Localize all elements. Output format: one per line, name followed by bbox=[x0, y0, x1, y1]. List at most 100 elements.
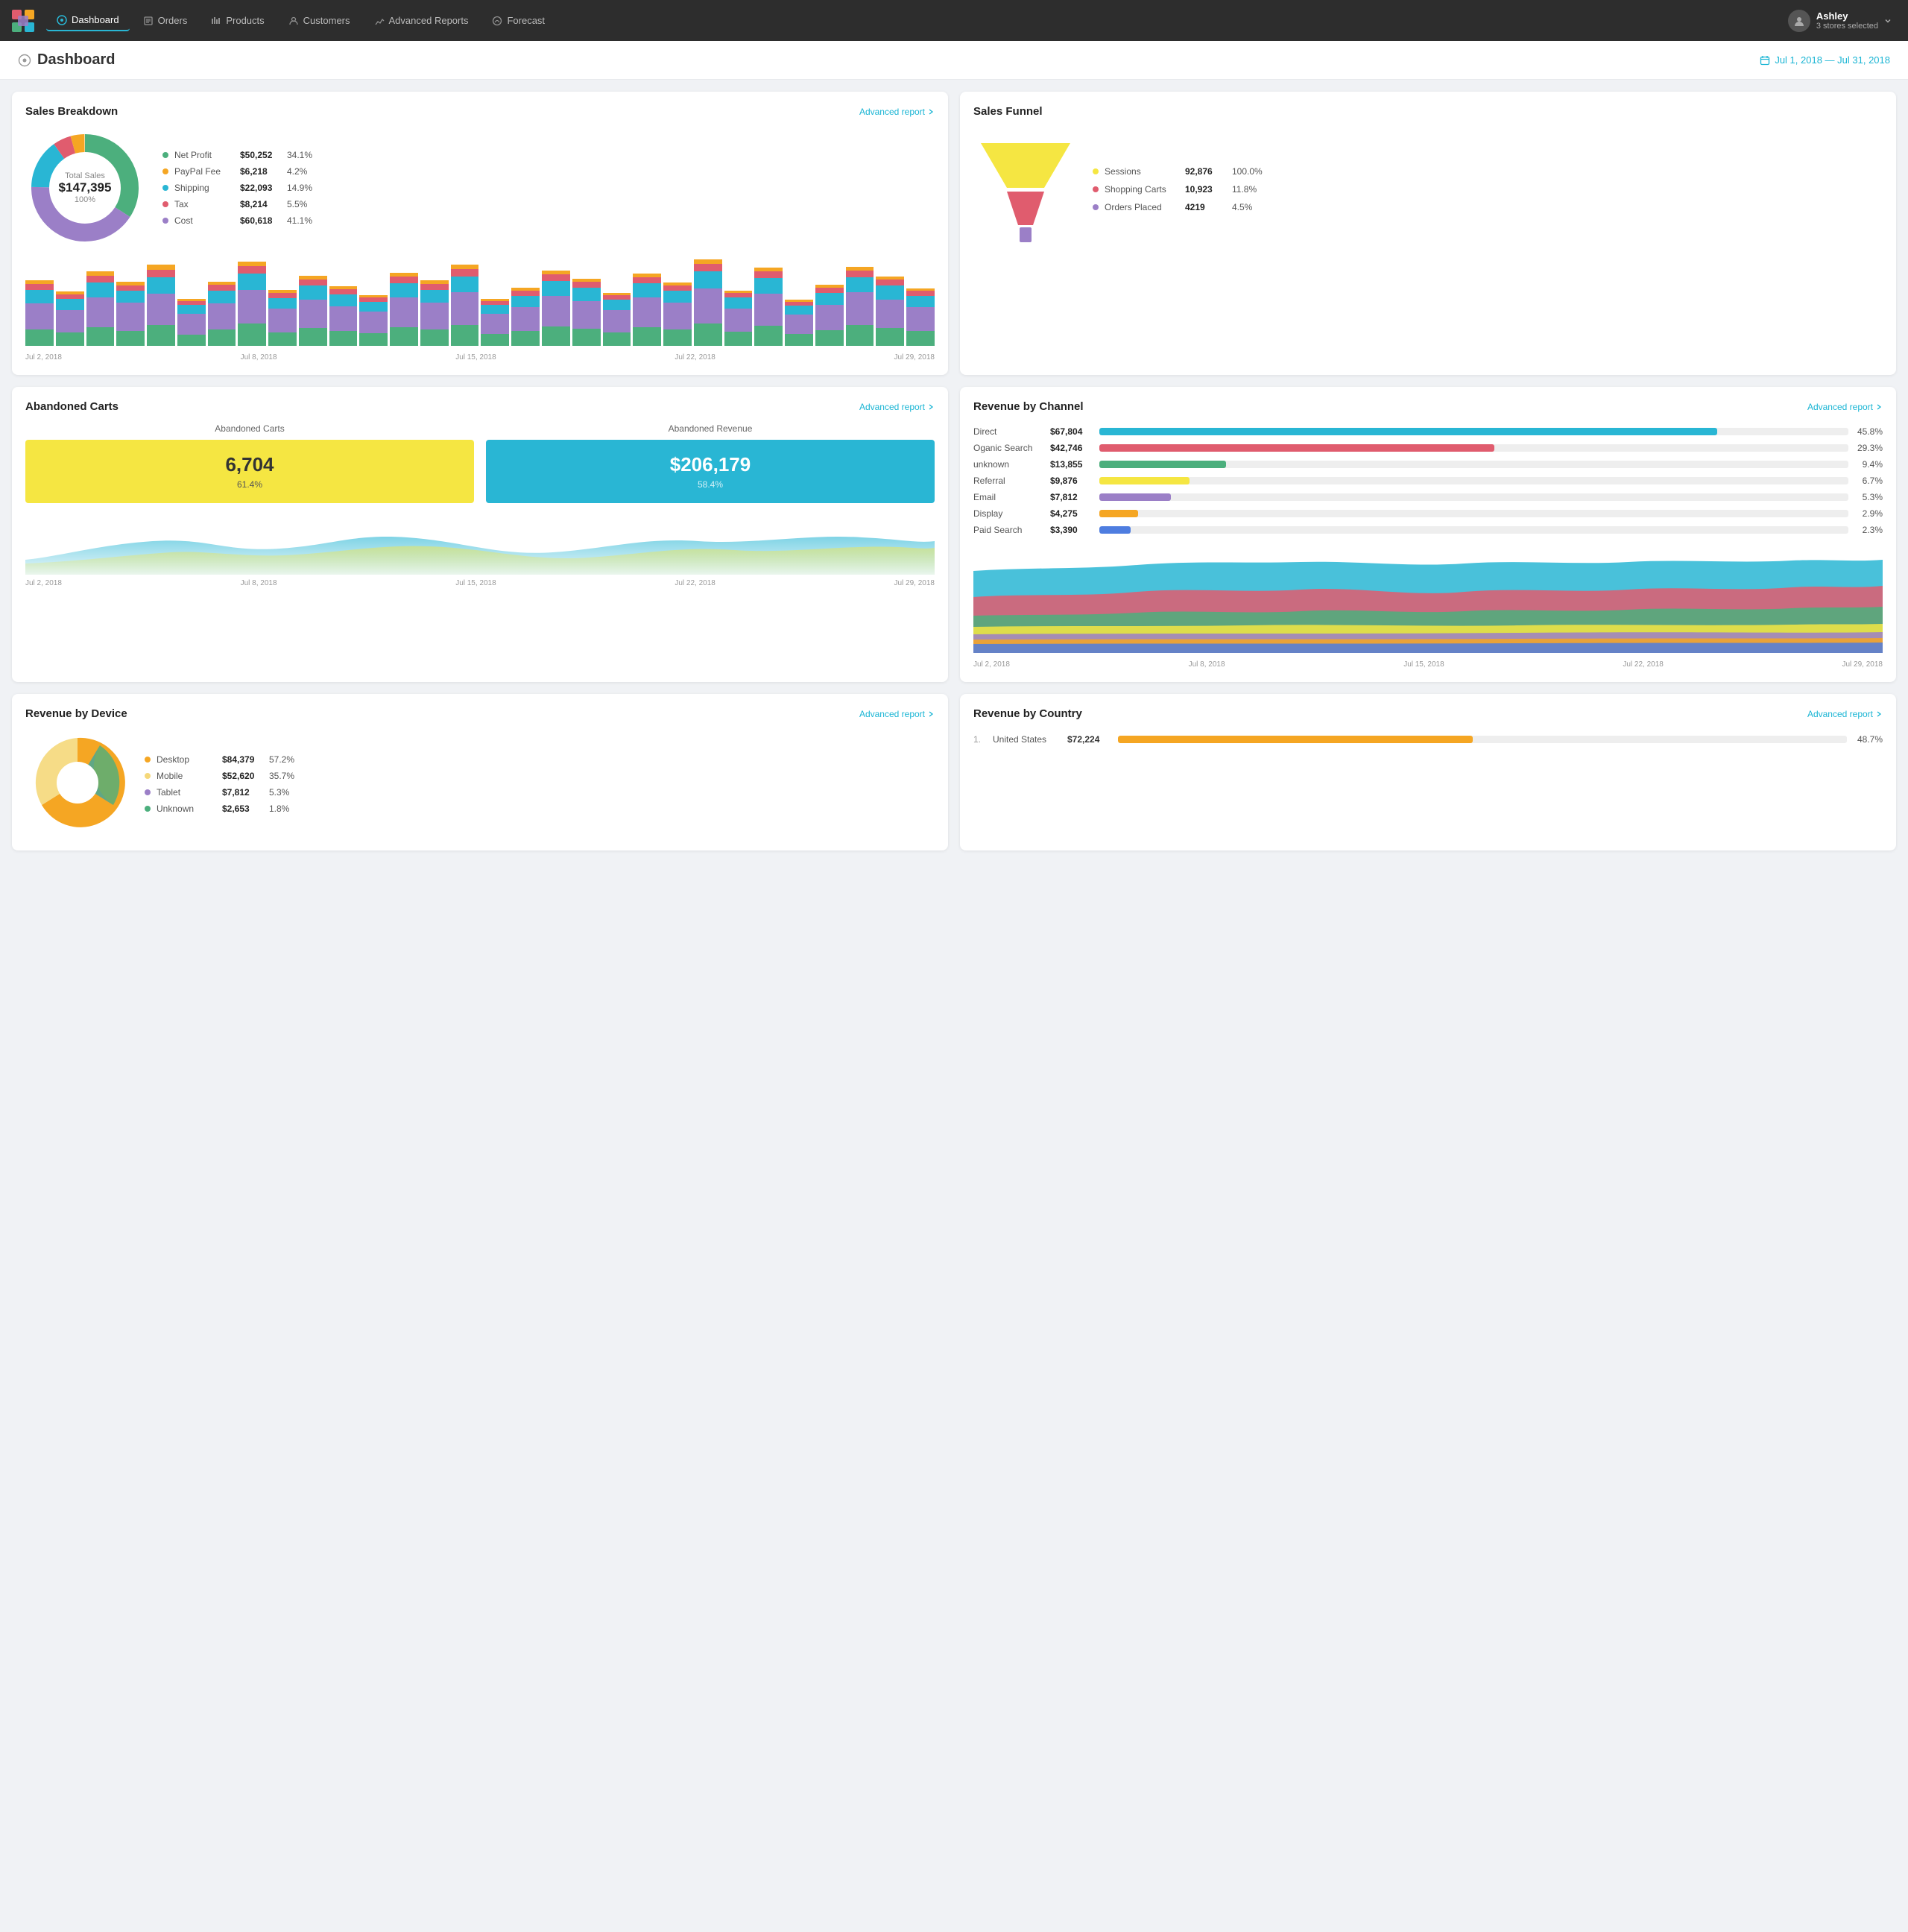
arrow-right-icon bbox=[927, 403, 935, 411]
bar-group bbox=[86, 271, 115, 346]
bar-segment bbox=[694, 323, 722, 346]
device-dot bbox=[145, 773, 151, 779]
device-section: Desktop $84,379 57.2% Mobile $52,620 35.… bbox=[25, 730, 935, 837]
funnel-dot bbox=[1093, 204, 1099, 210]
bar-segment bbox=[299, 280, 327, 285]
bar-segment bbox=[238, 323, 266, 346]
main-content: Sales Breakdown Advanced report bbox=[0, 80, 1908, 862]
bar-segment bbox=[238, 290, 266, 323]
funnel-section: Sessions 92,876 100.0% Shopping Carts 10… bbox=[973, 128, 1883, 250]
sales-breakdown-link[interactable]: Advanced report bbox=[859, 107, 935, 117]
user-name: Ashley bbox=[1816, 10, 1878, 22]
bar-segment bbox=[86, 282, 115, 297]
bar-group bbox=[511, 288, 540, 346]
bar-segment bbox=[815, 288, 844, 293]
bar-segment bbox=[511, 296, 540, 307]
bar-group bbox=[876, 277, 904, 346]
bar-segment bbox=[542, 326, 570, 346]
bar-segment bbox=[906, 331, 935, 346]
channel-bar-container bbox=[1099, 461, 1848, 468]
device-row: Mobile $52,620 35.7% bbox=[145, 771, 295, 781]
abandoned-carts-link[interactable]: Advanced report bbox=[859, 402, 935, 412]
nav-label-dashboard: Dashboard bbox=[72, 14, 119, 25]
bar-group bbox=[116, 282, 145, 346]
user-menu[interactable]: Ashley 3 stores selected bbox=[1781, 5, 1899, 37]
channel-row: Paid Search $3,390 2.3% bbox=[973, 522, 1883, 538]
bar-segment bbox=[238, 266, 266, 274]
revenue-by-country-link[interactable]: Advanced report bbox=[1807, 709, 1883, 719]
legend-dot bbox=[162, 185, 168, 191]
revenue-by-channel-card: Revenue by Channel Advanced report Direc… bbox=[960, 387, 1896, 682]
bar-segment bbox=[846, 325, 874, 346]
bar-segment bbox=[633, 277, 661, 283]
nav-item-customers[interactable]: Customers bbox=[278, 10, 361, 31]
bar-segment bbox=[177, 305, 206, 314]
bar-segment bbox=[390, 297, 418, 327]
bar-segment bbox=[754, 271, 783, 278]
bar-segment bbox=[876, 280, 904, 285]
bar-segment bbox=[663, 285, 692, 291]
bar-segment bbox=[116, 285, 145, 291]
bar-segment bbox=[208, 303, 236, 329]
donut-chart: Total Sales $147,395 100% bbox=[25, 128, 145, 247]
bar-segment bbox=[694, 288, 722, 323]
bar-segment bbox=[329, 289, 358, 294]
sales-breakdown-header: Sales Breakdown Advanced report bbox=[25, 105, 935, 118]
calendar-icon bbox=[1760, 55, 1770, 66]
abandoned-carts-header: Abandoned Carts Advanced report bbox=[25, 400, 935, 413]
bar-group bbox=[268, 290, 297, 346]
user-avatar bbox=[1788, 10, 1810, 32]
device-dot bbox=[145, 757, 151, 763]
page-title-container: Dashboard bbox=[18, 51, 115, 69]
bar-segment bbox=[268, 298, 297, 309]
arrow-right-icon bbox=[927, 710, 935, 718]
sales-bar-chart bbox=[25, 259, 935, 349]
nav-item-dashboard[interactable]: Dashboard bbox=[46, 10, 130, 31]
bar-group bbox=[56, 291, 84, 346]
bar-segment bbox=[420, 284, 449, 290]
bar-segment bbox=[147, 277, 175, 294]
bar-segment bbox=[785, 315, 813, 334]
legend-item: Shipping $22,093 14.9% bbox=[162, 183, 313, 193]
nav-item-advanced-reports[interactable]: Advanced Reports bbox=[364, 10, 479, 31]
bar-segment bbox=[906, 291, 935, 296]
bar-segment bbox=[208, 329, 236, 346]
bar-group bbox=[906, 288, 935, 346]
revenue-by-channel-title: Revenue by Channel bbox=[973, 400, 1084, 413]
bar-segment bbox=[754, 294, 783, 326]
revenue-by-channel-link[interactable]: Advanced report bbox=[1807, 402, 1883, 412]
bar-segment bbox=[815, 330, 844, 346]
bar-segment bbox=[299, 300, 327, 328]
nav-item-forecast[interactable]: Forecast bbox=[481, 10, 555, 31]
bar-segment bbox=[603, 332, 631, 346]
bar-segment bbox=[876, 328, 904, 346]
bar-segment bbox=[329, 331, 358, 346]
bar-segment bbox=[25, 303, 54, 329]
bar-segment bbox=[572, 282, 601, 288]
revenue-by-device-link[interactable]: Advanced report bbox=[859, 709, 935, 719]
bar-segment bbox=[785, 334, 813, 346]
device-dot bbox=[145, 789, 151, 795]
revenue-by-device-card: Revenue by Device Advanced report bbox=[12, 694, 948, 850]
bar-segment bbox=[116, 331, 145, 346]
bar-segment bbox=[724, 309, 753, 332]
bar-segment bbox=[724, 332, 753, 346]
nav-item-orders[interactable]: Orders bbox=[133, 10, 198, 31]
legend-dot bbox=[162, 218, 168, 224]
bar-segment bbox=[511, 331, 540, 346]
dashboard-icon bbox=[18, 54, 31, 67]
channel-bar-container bbox=[1099, 444, 1848, 452]
sales-funnel-title: Sales Funnel bbox=[973, 105, 1043, 118]
bar-segment bbox=[785, 306, 813, 315]
bar-segment bbox=[846, 292, 874, 325]
legend-dot bbox=[162, 152, 168, 158]
device-pie-chart bbox=[25, 730, 130, 837]
bar-segment bbox=[86, 327, 115, 346]
bar-group bbox=[542, 271, 570, 346]
user-subtitle: 3 stores selected bbox=[1816, 22, 1878, 31]
bar-group bbox=[572, 279, 601, 346]
bar-segment bbox=[451, 269, 479, 277]
date-range[interactable]: Jul 1, 2018 — Jul 31, 2018 bbox=[1760, 54, 1890, 66]
nav-item-products[interactable]: Products bbox=[200, 10, 274, 31]
channel-row: Oganic Search $42,746 29.3% bbox=[973, 440, 1883, 456]
